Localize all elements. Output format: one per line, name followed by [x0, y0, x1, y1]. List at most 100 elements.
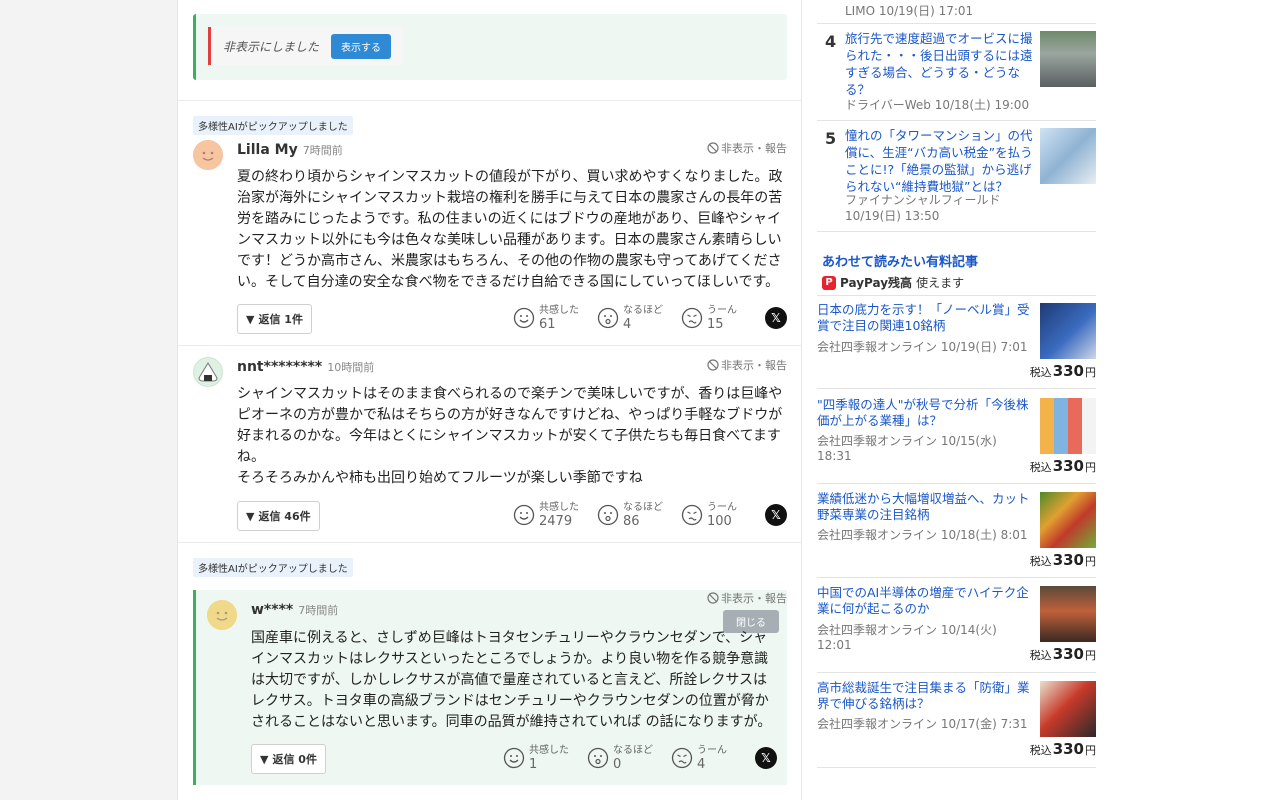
article-thumbnail[interactable] — [1040, 586, 1096, 642]
price-value: 330 — [1052, 362, 1084, 380]
reaction-count: 86 — [623, 514, 640, 529]
paid-article[interactable]: 中国でのAI半導体の増産でハイテク企業に何が起こるのか 会社四季報オンライン 1… — [817, 585, 1096, 665]
reactions: 共感した 1 なるほど 0 うーん 4 𝕏 — [503, 744, 777, 772]
sidebar: LIMO 10/19(日) 17:01 4 旅行先で速度超過でオービスに撮られた… — [802, 0, 1280, 800]
reaction-insight-button[interactable]: なるほど 86 — [597, 501, 671, 529]
price-value: 330 — [1052, 551, 1084, 569]
hidden-text: 非表示にしました — [223, 39, 320, 54]
paid-article[interactable]: 業績低迷から大幅増収増益へ、カット野菜専業の注目銘柄 会社四季報オンライン 10… — [817, 491, 1096, 571]
x-share-icon[interactable]: 𝕏 — [765, 504, 787, 526]
onigiri-icon — [198, 362, 218, 382]
paid-articles-heading: あわせて読みたい有料記事 — [822, 255, 979, 270]
paid-title[interactable]: 高市総裁誕生で注目集まる「防衛」業界で伸びる銘柄は？ — [817, 680, 1031, 712]
price-prefix: 税込 — [1029, 744, 1052, 757]
ranking-title[interactable]: 旅行先で速度超過でオービスに撮られた・・・後日出頭するには遠すぎる場合、どうする… — [845, 30, 1035, 98]
divider — [817, 295, 1096, 296]
avatar[interactable] — [193, 140, 223, 170]
comment-time: 7時間前 — [298, 604, 339, 617]
avatar[interactable] — [207, 600, 237, 630]
price: 税込 330 円 — [1030, 551, 1096, 569]
hide-report-link[interactable]: 非表示・報告 — [707, 357, 787, 373]
reaction-agree-button[interactable]: 共感した 2479 — [513, 501, 587, 529]
avatar-face-icon — [207, 600, 237, 630]
comment-time: 7時間前 — [302, 144, 343, 157]
price-prefix: 税込 — [1029, 461, 1052, 474]
divider — [178, 542, 801, 543]
divider — [817, 767, 1096, 768]
paypay-notice: P PayPay残高 使えます — [822, 274, 964, 291]
paid-title[interactable]: 業績低迷から大幅増収増益へ、カット野菜専業の注目銘柄 — [817, 491, 1031, 523]
price-prefix: 税込 — [1029, 555, 1052, 568]
reaction-agree-button[interactable]: 共感した 61 — [513, 304, 587, 332]
comment-header: nnt******** 10時間前 — [237, 359, 374, 375]
reply-toggle-button[interactable]: ▼ 返信 1件 — [237, 304, 312, 334]
divider — [817, 231, 1096, 232]
price-value: 330 — [1052, 457, 1084, 475]
hide-report-link[interactable]: 非表示・報告 — [707, 590, 787, 606]
reaction-label: なるほど — [623, 305, 663, 316]
paypay-suffix: 使えます — [916, 276, 965, 290]
hidden-box: 非表示にしました 表示する — [208, 27, 404, 65]
user-name[interactable]: Lilla My — [237, 142, 298, 158]
price-prefix: 税込 — [1029, 649, 1052, 662]
divider — [817, 483, 1096, 484]
ai-pick-badge: 多様性AIがピックアップしました — [193, 558, 353, 577]
comment-header: Lilla My 7時間前 — [237, 142, 343, 158]
x-share-icon[interactable]: 𝕏 — [755, 747, 777, 769]
divider — [817, 388, 1096, 389]
article-thumbnail[interactable] — [1040, 681, 1096, 737]
reaction-hmm-button[interactable]: うーん 15 — [681, 304, 755, 332]
paid-article[interactable]: 高市総裁誕生で注目集まる「防衛」業界で伸びる銘柄は？ 会社四季報オンライン 10… — [817, 680, 1096, 760]
ranking-title[interactable]: 憧れの「タワーマンション」の代償に、生涯“バカ高い税金”を払うことに!?「絶景の… — [845, 127, 1035, 195]
price-value: 330 — [1052, 645, 1084, 663]
paypay-brand: PayPay残高 — [840, 276, 913, 290]
rank-number: 4 — [825, 32, 837, 51]
paid-article[interactable]: "四季報の達人"が秋号で分析「今後株価が上がる業種」は？ 会社四季報オンライン … — [817, 397, 1096, 477]
ranking-item[interactable]: 4 旅行先で速度超過でオービスに撮られた・・・後日出頭するには遠すぎる場合、どう… — [817, 30, 1096, 116]
reaction-label: なるほど — [613, 745, 653, 756]
article-thumbnail[interactable] — [1040, 398, 1096, 454]
reply-toggle-button[interactable]: ▼ 返信 0件 — [251, 744, 326, 774]
reaction-insight-button[interactable]: なるほど 4 — [597, 304, 671, 332]
reply-label: 返信 0件 — [272, 753, 317, 766]
article-thumbnail[interactable] — [1040, 303, 1096, 359]
article-thumbnail[interactable] — [1040, 31, 1096, 87]
x-share-icon[interactable]: 𝕏 — [765, 307, 787, 329]
comment-item: nnt******** 10時間前 非表示・報告 シャインマスカットはそのまま食… — [193, 357, 787, 537]
paid-title[interactable]: 中国でのAI半導体の増産でハイテク企業に何が起こるのか — [817, 585, 1031, 617]
paid-title[interactable]: 日本の底力を示す！「ノーベル賞」受賞で注目の関連10銘柄 — [817, 302, 1031, 334]
triangle-down-icon: ▼ — [246, 509, 255, 523]
price: 税込 330 円 — [1030, 740, 1096, 758]
paid-article[interactable]: 日本の底力を示す！「ノーベル賞」受賞で注目の関連10銘柄 会社四季報オンライン … — [817, 302, 1096, 382]
paid-source: 会社四季報オンライン 10/17(金) 7:31 — [817, 717, 1028, 731]
comment-item: Lilla My 7時間前 非表示・報告 夏の終わり頃からシャインマスカットの値… — [193, 140, 787, 340]
ranking-item[interactable]: 5 憧れの「タワーマンション」の代償に、生涯“バカ高い税金”を払うことに!?「絶… — [817, 127, 1096, 227]
smile-icon — [513, 504, 535, 526]
comment-body: シャインマスカットはそのまま食べられるので楽チンで美味しいですが、香りは巨峰やピ… — [237, 386, 783, 486]
reaction-hmm-button[interactable]: うーん 100 — [681, 501, 755, 529]
user-name[interactable]: w**** — [251, 602, 293, 618]
comment-body: 国産車に例えると、さしずめ巨峰はトヨタセンチュリーやクラウンセダンで、シャインマ… — [251, 630, 772, 730]
show-button[interactable]: 表示する — [331, 33, 392, 59]
paid-title[interactable]: "四季報の達人"が秋号で分析「今後株価が上がる業種」は？ — [817, 397, 1031, 429]
hide-report-link[interactable]: 非表示・報告 — [707, 140, 787, 156]
article-thumbnail[interactable] — [1040, 128, 1096, 184]
price: 税込 330 円 — [1030, 457, 1096, 475]
price-value: 330 — [1052, 740, 1084, 758]
reply-toggle-button[interactable]: ▼ 返信 46件 — [237, 501, 320, 531]
ranking-source: ファイナンシャルフィールド 10/19(日) 13:50 — [845, 193, 1001, 223]
hide-report-label: 非表示・報告 — [721, 142, 787, 155]
block-icon — [707, 592, 719, 604]
user-name[interactable]: nnt******** — [237, 359, 322, 375]
triangle-down-icon: ▼ — [260, 752, 269, 766]
reaction-agree-button[interactable]: 共感した 1 — [503, 744, 577, 772]
confused-icon — [681, 504, 703, 526]
reaction-label: なるほど — [623, 502, 663, 513]
reaction-insight-button[interactable]: なるほど 0 — [587, 744, 661, 772]
smile-icon — [503, 747, 525, 769]
reaction-label: 共感した — [529, 745, 569, 756]
avatar[interactable] — [193, 357, 223, 387]
confused-icon — [671, 747, 693, 769]
reaction-hmm-button[interactable]: うーん 4 — [671, 744, 745, 772]
article-thumbnail[interactable] — [1040, 492, 1096, 548]
